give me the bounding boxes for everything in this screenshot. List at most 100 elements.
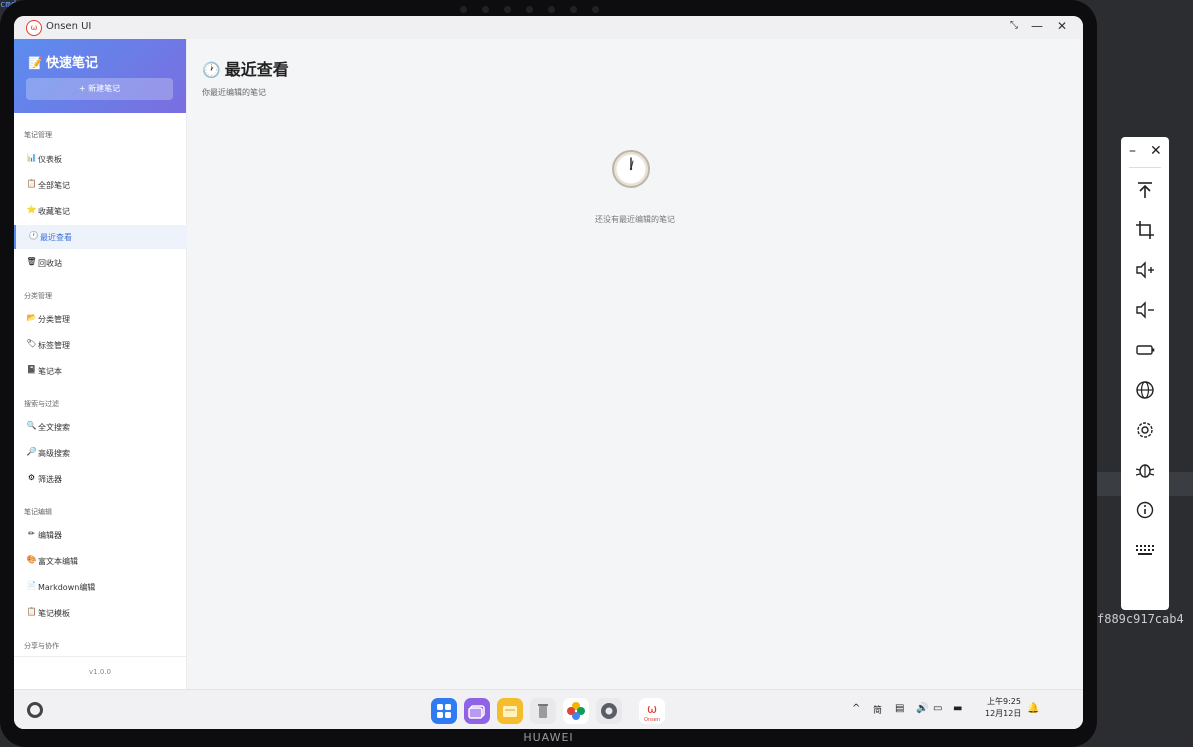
section-label: 笔记编辑 [24,508,52,516]
document-icon: 📄 [26,581,37,590]
restore-icon[interactable]: ⤡ [1006,20,1022,31]
clock-time: 上午9:25 [987,697,1021,706]
gallery-icon[interactable] [563,698,589,724]
volume-down-icon[interactable] [1133,298,1157,322]
sidebar-header: 📝 快速笔记 + 新建笔记 [14,39,186,113]
sidebar-item-favorites[interactable]: ⭐ 收藏笔记 [14,199,186,223]
sidebar-item-templates[interactable]: 📋 笔记模板 [14,601,186,625]
sidebar-item-advanced-search[interactable]: 🔎 高级搜索 [14,441,186,465]
taskbar: ω Onsen ^ 简 ▤ 🔊 ▭ ▬ 上午9:25 12月12日 🔔 [14,689,1083,729]
sidebar-item-label: 回收站 [38,259,62,268]
clipboard-icon: 📋 [26,179,37,188]
sidebar-item-label: 仪表板 [38,155,62,164]
sidebar-item-categories[interactable]: 📂 分类管理 [14,307,186,331]
folder-icon: 📂 [26,313,37,322]
camera-dot [570,6,577,13]
chart-icon: 📊 [26,153,37,162]
notebook-icon: 📓 [26,365,37,374]
section-label: 笔记管理 [24,131,52,139]
star-icon: ⭐ [26,205,37,214]
sidebar-item-rich-text[interactable]: 🎨 富文本编辑 [14,549,186,573]
clipboard-icon: 📋 [26,607,37,616]
multitask-icon[interactable] [464,698,490,724]
sidebar-item-label: 笔记本 [38,367,62,376]
app-grid-icon[interactable] [431,698,457,724]
keyboard-icon[interactable] [1133,538,1157,562]
minimize-icon[interactable]: — [1029,19,1045,33]
memo-icon: 📝 [28,56,43,70]
window-titlebar: ω Onsen UI ⤡ — ✕ [14,16,1083,40]
pencil-icon: ✏ [28,529,35,538]
sidebar-item-label: 筛选器 [38,475,62,484]
sidebar-item-markdown[interactable]: 📄 Markdown编辑 [14,575,186,599]
sidebar-item-fulltext-search[interactable]: 🔍 全文搜索 [14,415,186,439]
sidebar: 📝 快速笔记 + 新建笔记 笔记管理 📊 仪表板 📋 全部笔记 ⭐ 收藏笔记 🕐 最近查看… [14,39,188,689]
sidebar-item-notebooks[interactable]: 📓 笔记本 [14,359,186,383]
clock-icon: 🕐 [28,231,39,240]
bug-icon[interactable] [1133,458,1157,482]
close-icon[interactable]: ✕ [1054,19,1070,33]
camera-dot [482,6,489,13]
sidebar-item-label: 富文本编辑 [38,557,78,566]
screen: ω Onsen UI ⤡ — ✕ 📝 快速笔记 + 新建笔记 笔记管理 📊 仪表板 … [14,16,1083,729]
trash-icon: 🗑 [26,257,37,266]
ime-indicator[interactable]: 简 [873,703,882,716]
camera-dot [460,6,467,13]
notes-icon[interactable] [497,698,523,724]
battery-icon[interactable]: ▬ [953,703,962,714]
sidebar-item-label: 全文搜索 [38,423,70,432]
settings-icon[interactable] [1133,418,1157,442]
page-title-text: 最近查看 [224,60,289,79]
empty-state-text: 还没有最近编辑的笔记 [595,215,675,224]
sidebar-item-label: 全部笔记 [38,181,70,190]
palette-icon: 🎨 [26,555,37,564]
sidebar-item-editor[interactable]: ✏ 编辑器 [14,523,186,547]
page-subtitle: 你最近编辑的笔记 [202,88,266,97]
sidebar-item-recent[interactable]: 🕐 最近查看 [14,225,188,249]
scroll-top-icon[interactable] [1133,178,1157,202]
sidebar-item-label: 标签管理 [38,341,70,350]
chevron-up-icon[interactable]: ^ [852,703,860,714]
camera-dot [504,6,511,13]
bell-icon[interactable]: 🔔 [1027,703,1039,714]
battery-icon[interactable] [1133,338,1157,362]
divider [1129,167,1161,168]
info-icon[interactable] [1133,498,1157,522]
sidebar-item-label: 收藏笔记 [38,207,70,216]
version-label: v1.0.0 [89,668,111,676]
sidebar-item-dashboard[interactable]: 📊 仪表板 [14,147,186,171]
settings-icon[interactable] [596,698,622,724]
sidebar-title-text: 快速笔记 [45,56,98,71]
app-logo-icon: ω [26,20,42,36]
volume-up-icon[interactable] [1133,258,1157,282]
sidebar-item-label: 分类管理 [38,315,70,324]
sidebar-item-label: 笔记模板 [38,609,70,618]
section-label: 搜索与过滤 [24,400,59,408]
close-icon[interactable]: ✕ [1150,143,1162,159]
sidebar-item-all-notes[interactable]: 📋 全部笔记 [14,173,186,197]
sidebar-item-filters[interactable]: ⚙ 筛选器 [14,467,186,491]
minimize-icon[interactable]: – [1129,143,1136,159]
new-note-button[interactable]: + 新建笔记 [26,78,173,100]
display-icon[interactable]: ▭ [933,703,942,714]
volume-icon[interactable]: 🔊 [916,703,928,714]
sidebar-item-label: 最近查看 [40,233,72,242]
sidebar-item-trash[interactable]: 🗑 回收站 [14,251,186,275]
main-content: 🕐 最近查看 你最近编辑的笔记 还没有最近编辑的笔记 [187,39,1083,689]
sidebar-item-label: 高级搜索 [38,449,70,458]
clipboard-icon[interactable]: ▤ [895,703,904,714]
device-brand: HUAWEI [523,731,574,744]
section-label: 分享与协作 [24,642,59,650]
section-label: 分类管理 [24,292,52,300]
onsen-ui-app-icon[interactable]: ω Onsen [639,698,665,724]
filter-icon: ⚙ [27,473,36,482]
sidebar-item-tags[interactable]: 🏷 标签管理 [14,333,186,357]
onsen-logo-text: Onsen [644,717,660,723]
globe-icon[interactable] [1133,378,1157,402]
page-title: 🕐 最近查看 [202,56,289,80]
home-icon[interactable] [27,702,43,718]
sidebar-footer: v1.0.0 [14,656,186,689]
trash-icon[interactable] [530,698,556,724]
sidebar-item-label: Markdown编辑 [38,583,96,592]
crop-icon[interactable] [1133,218,1157,242]
